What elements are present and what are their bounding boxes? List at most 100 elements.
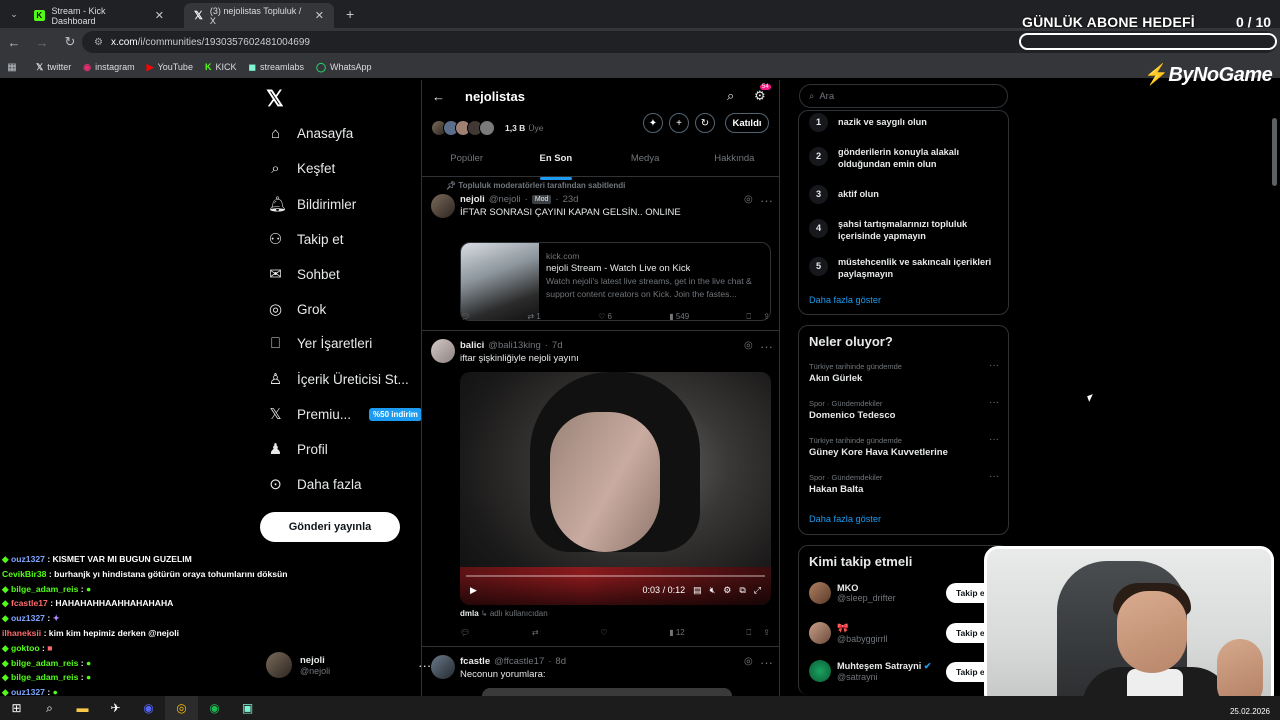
tab-popular[interactable]: Popüler: [422, 146, 511, 176]
tab-media[interactable]: Medya: [601, 146, 690, 176]
chrome-icon[interactable]: ◎: [165, 696, 198, 720]
apps-icon[interactable]: ▦: [0, 62, 24, 73]
bookmark-kick[interactable]: K KICK: [205, 62, 237, 72]
avatar[interactable]: [431, 655, 455, 679]
file-explorer-icon[interactable]: ▬: [66, 696, 99, 720]
more-dots-icon[interactable]: ···: [760, 655, 773, 670]
avatar[interactable]: [431, 194, 455, 218]
back-icon[interactable]: ←: [0, 35, 28, 50]
tab-latest[interactable]: En Son: [511, 146, 600, 176]
tab-x-community[interactable]: 𝕏 (3) nejolistas Topluluk / X ✕: [184, 3, 334, 28]
nav-grok[interactable]: ◎ Grok: [268, 300, 326, 318]
close-icon[interactable]: ✕: [155, 9, 164, 22]
more-dots-icon[interactable]: ···: [989, 397, 999, 408]
grok-icon[interactable]: ◎: [744, 194, 753, 205]
discord-icon[interactable]: ◉: [132, 696, 165, 720]
more-dots-icon[interactable]: ···: [760, 193, 773, 208]
mute-icon[interactable]: 🔇︎: [710, 585, 716, 596]
search-icon[interactable]: ⌕: [33, 696, 66, 720]
pip-icon[interactable]: ⧉: [739, 585, 745, 596]
tab-about[interactable]: Hakkında: [690, 146, 779, 176]
trend-item[interactable]: Spor · Gündemdekiler Hakan Balta ···: [809, 471, 999, 495]
more-dots-icon[interactable]: ···: [989, 434, 999, 445]
scrollbar-thumb[interactable]: [1272, 118, 1277, 186]
show-more-rules-link[interactable]: Daha fazla göster: [809, 295, 881, 305]
grok-icon[interactable]: ◎: [744, 340, 753, 351]
repost-button[interactable]: ⇄ 1: [527, 312, 540, 322]
close-icon[interactable]: ✕: [315, 9, 324, 22]
bookmark-youtube[interactable]: ▶ YouTube: [147, 62, 193, 73]
nav-more[interactable]: ⊙ Daha fazla: [268, 475, 361, 493]
like-button[interactable]: ♡ 6: [598, 312, 612, 322]
tab-kick-dashboard[interactable]: K Stream - Kick Dashboard ✕: [24, 3, 174, 28]
reply-button[interactable]: 💬︎: [460, 312, 470, 322]
bookmark-streamlabs[interactable]: ◼ streamlabs: [248, 62, 304, 73]
pinned-post[interactable]: 📌︎ Topluluk moderatörleri tarafından sab…: [422, 178, 779, 331]
nav-creator-studio[interactable]: ♙ İçerik Üreticisi St...: [268, 370, 409, 388]
share-icon[interactable]: ⇪: [763, 628, 770, 638]
streamlabs-icon[interactable]: ▣: [231, 696, 264, 720]
more-dots-icon[interactable]: ···: [989, 471, 999, 482]
more-dots-icon[interactable]: ···: [989, 360, 999, 371]
nav-home[interactable]: ⌂ Anasayfa: [268, 125, 353, 142]
avatar[interactable]: [431, 339, 455, 363]
nav-messages[interactable]: ✉ Sohbet: [268, 265, 340, 283]
share-icon[interactable]: ↻: [695, 113, 715, 133]
show-more-trends-link[interactable]: Daha fazla göster: [809, 514, 881, 524]
emote-icon: ●: [86, 672, 92, 683]
spotify-icon[interactable]: ◉: [198, 696, 231, 720]
whatsapp-icon: ◯: [315, 61, 327, 72]
reload-icon[interactable]: ↻: [56, 34, 84, 50]
search-input[interactable]: ⌕ Ara: [799, 84, 1008, 108]
x-logo-icon[interactable]: 𝕏: [266, 86, 284, 112]
feed-post[interactable]: fcastle @ffcastle17 · 8d ◎ ··· Neconun y…: [422, 648, 779, 698]
bookmark-whatsapp[interactable]: ◯ WhatsApp: [316, 62, 372, 73]
post-button[interactable]: Gönderi yayınla: [260, 512, 400, 542]
nav-notifications[interactable]: 🔔︎ Bildirimler: [268, 195, 356, 213]
windows-start-icon[interactable]: ⊞: [0, 696, 33, 720]
bookmark-icon[interactable]: ⎕: [746, 312, 751, 322]
trend-item[interactable]: Spor · Gündemdekiler Domenico Tedesco ···: [809, 397, 999, 421]
captions-icon[interactable]: ▤: [693, 585, 702, 596]
add-member-icon[interactable]: +: [669, 113, 689, 133]
nav-follow[interactable]: ⚇ Takip et: [268, 230, 344, 248]
settings-icon[interactable]: ⚙: [754, 88, 766, 104]
more-dots-icon[interactable]: ···: [760, 339, 773, 354]
chat-text: :: [80, 672, 84, 683]
app-icon[interactable]: ✈: [99, 696, 132, 720]
nav-bookmarks[interactable]: ⎕ Yer İşaretleri: [268, 335, 372, 352]
author-name[interactable]: nejoli: [460, 194, 485, 205]
bookmark-twitter[interactable]: 𝕏twitter: [36, 62, 71, 73]
grok-icon[interactable]: ◎: [744, 656, 753, 667]
back-arrow-icon[interactable]: ←: [432, 89, 445, 104]
author-name[interactable]: fcastle: [460, 656, 490, 667]
views-button[interactable]: ▮ 549: [669, 312, 689, 322]
video-player[interactable]: ▶ 0:03 / 0:12 ▤ 🔇︎ ⚙ ⧉ ⤢: [460, 372, 771, 605]
bookmark-icon[interactable]: ⎕: [746, 628, 751, 638]
nav-explore[interactable]: ⌕ Keşfet: [268, 160, 335, 177]
nav-premium[interactable]: 𝕏 Premiu... %50 indirim: [268, 405, 422, 423]
trend-item[interactable]: Türkiye tarihinde gündemde Güney Kore Hav…: [809, 434, 999, 458]
nav-profile[interactable]: ♟ Profil: [268, 440, 328, 458]
views-button[interactable]: ▮ 12: [669, 628, 685, 638]
author-name[interactable]: balici: [460, 340, 484, 351]
search-icon[interactable]: ⌕: [727, 88, 734, 104]
bookmark-instagram[interactable]: ◉ instagram: [83, 62, 134, 73]
share-icon[interactable]: ⇪: [763, 312, 770, 322]
like-button[interactable]: ♡: [600, 628, 607, 638]
member-strip[interactable]: 1,3 B Üye: [431, 114, 771, 142]
trend-item[interactable]: Türkiye tarihinde gündemde Akın Gürlek ···: [809, 360, 999, 384]
reply-button[interactable]: 💬︎: [460, 628, 470, 638]
new-tab-icon[interactable]: +: [346, 6, 354, 22]
forward-icon[interactable]: →: [28, 35, 56, 50]
link-card[interactable]: kick.com nejoli Stream - Watch Live on K…: [460, 242, 771, 321]
play-icon[interactable]: ▶: [470, 585, 477, 596]
repost-button[interactable]: ⇄: [532, 628, 539, 638]
video-post[interactable]: balici @bali13king · 7d ◎ ··· iftar şişk…: [422, 332, 779, 647]
fullscreen-icon[interactable]: ⤢: [754, 585, 761, 596]
site-info-icon[interactable]: ⚙: [94, 37, 103, 48]
joined-button[interactable]: Katıldı: [725, 113, 769, 133]
settings-icon[interactable]: ⚙: [723, 585, 731, 596]
sparkle-icon[interactable]: ✦: [643, 113, 663, 133]
caption-user[interactable]: dmla: [460, 609, 479, 618]
